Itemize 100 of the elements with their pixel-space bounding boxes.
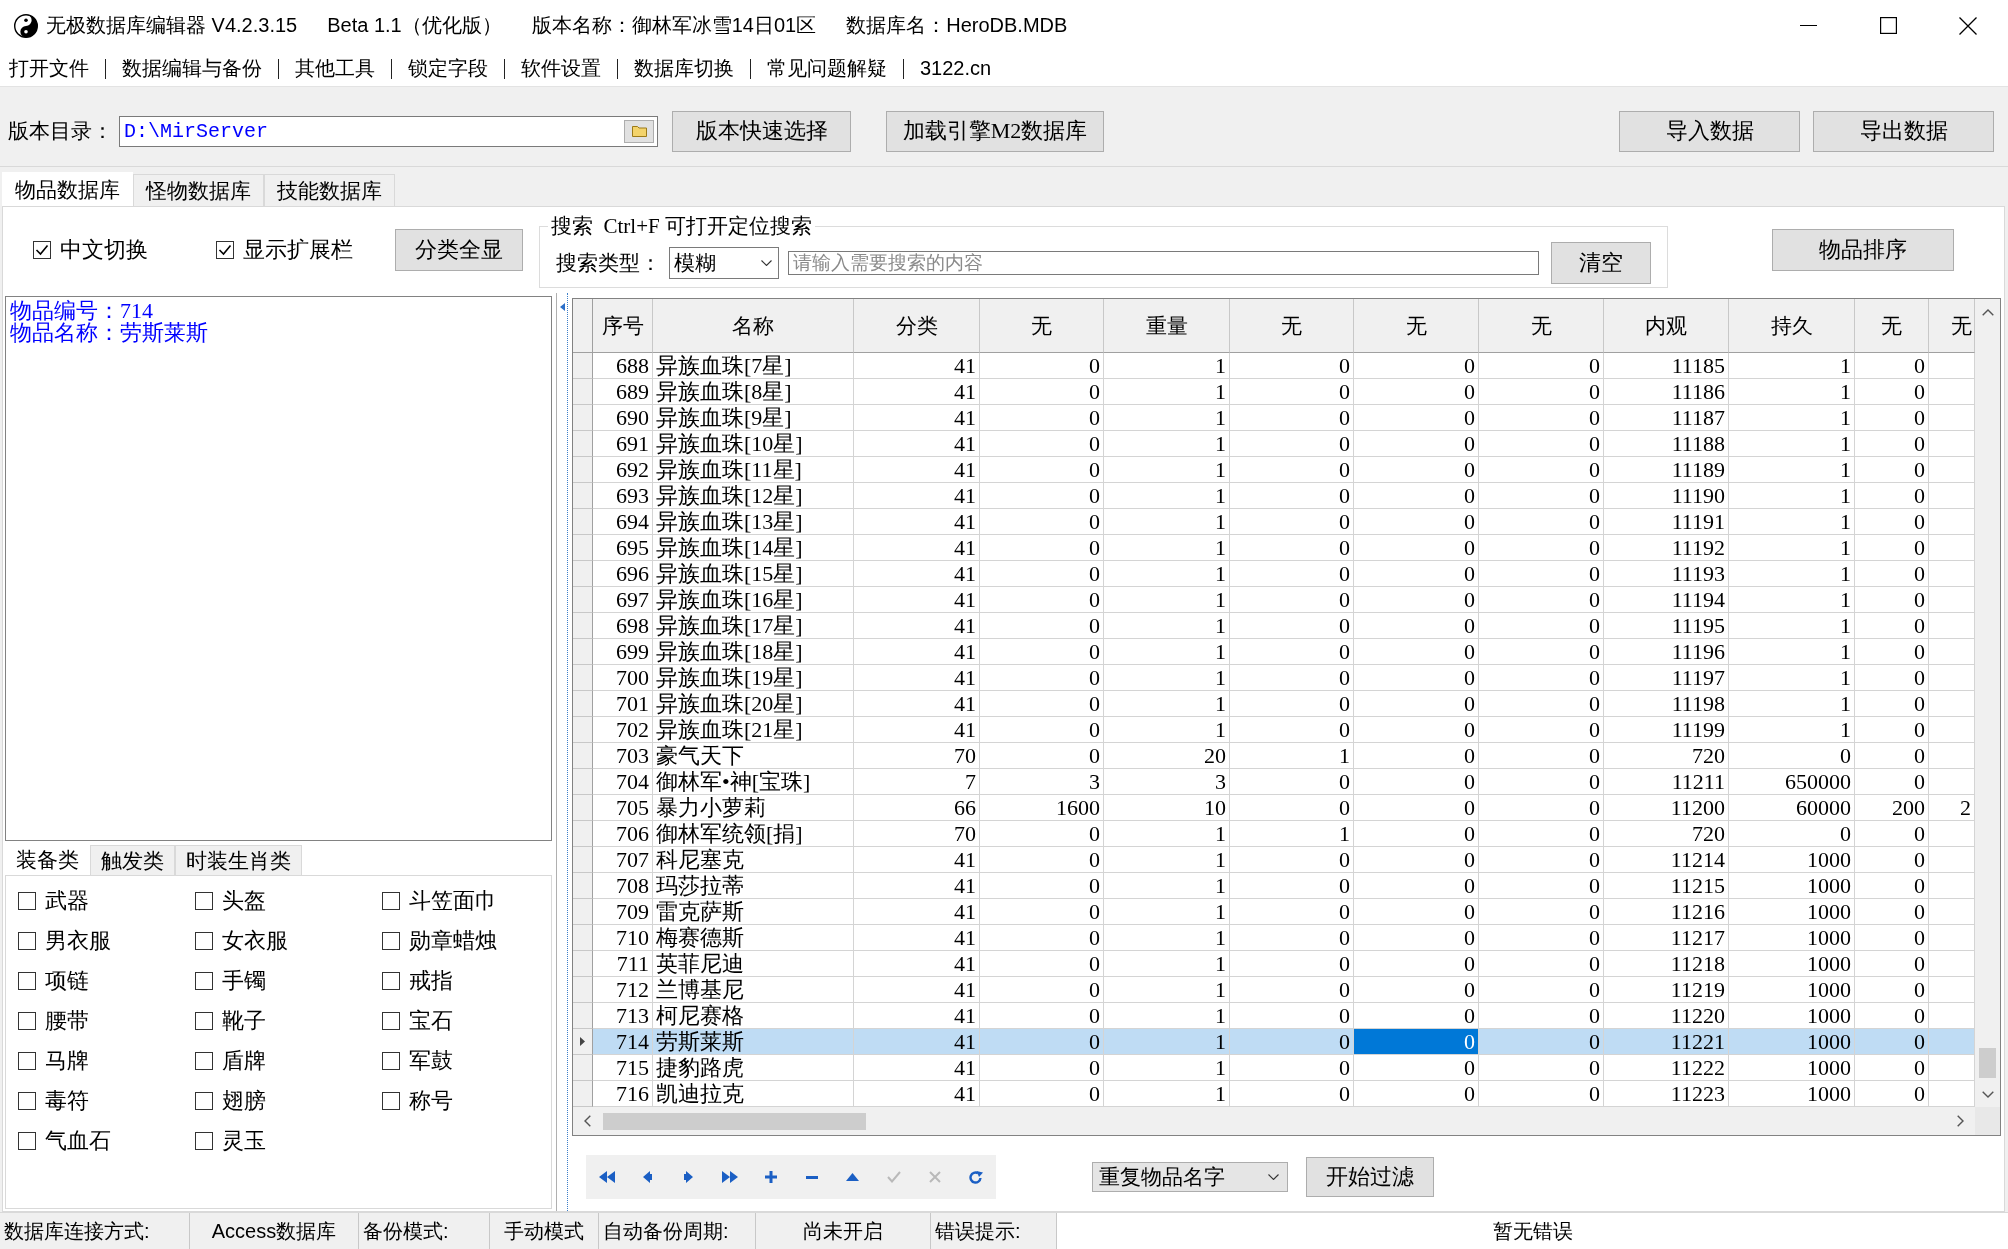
table-row[interactable]: 708 玛莎拉蒂 41 0 1 0 0 0 11215 1000 0	[573, 873, 1975, 899]
checkbox-label[interactable]: 宝石	[409, 1006, 453, 1036]
checkbox[interactable]	[18, 1012, 36, 1030]
tab[interactable]: 时装生肖类	[175, 845, 302, 875]
down-chevron-icon[interactable]	[1981, 1091, 1994, 1098]
column-header[interactable]: 无	[1230, 299, 1354, 353]
toolbar-button[interactable]: 加载引擎M2数据库	[886, 110, 1104, 152]
checkbox[interactable]	[382, 1092, 400, 1110]
checkbox-label[interactable]: 武器	[45, 886, 89, 916]
right-chevron-icon[interactable]	[1957, 1115, 1964, 1127]
scrollbar-thumb[interactable]	[603, 1112, 866, 1130]
menu-item[interactable]: 常见问题解疑	[759, 53, 895, 84]
table-row[interactable]: 696 异族血珠[15星] 41 0 1 0 0 0 11193 1 0	[573, 561, 1975, 587]
checkbox-label[interactable]: 翅膀	[222, 1086, 266, 1116]
table-row[interactable]: 712 兰博基尼 41 0 1 0 0 0 11219 1000 0	[573, 977, 1975, 1003]
column-header[interactable]: 无	[1929, 299, 1975, 353]
filter-button[interactable]: 开始过滤	[1306, 1157, 1434, 1197]
checkbox[interactable]	[382, 892, 400, 910]
clear-button[interactable]: 清空	[1551, 242, 1651, 284]
tab[interactable]: 技能数据库	[264, 174, 395, 206]
search-type-dropdown[interactable]: 模糊	[669, 247, 779, 279]
table-row[interactable]: 711 英菲尼迪 41 0 1 0 0 0 11218 1000 0	[573, 951, 1975, 977]
table-row[interactable]: 694 异族血珠[13星] 41 0 1 0 0 0 11191 1 0	[573, 509, 1975, 535]
browse-button[interactable]	[624, 119, 654, 143]
checkbox-label[interactable]: 斗笠面巾	[409, 886, 497, 916]
table-row[interactable]: 689 异族血珠[8星] 41 0 1 0 0 0 11186 1 0	[573, 379, 1975, 405]
checkbox-label[interactable]: 中文切换	[60, 235, 148, 265]
menu-item[interactable]: 数据库切换	[626, 53, 742, 84]
table-row[interactable]: 714 劳斯莱斯 41 0 1 0 0 0 11221 1000 0	[573, 1029, 1975, 1055]
column-header[interactable]: 序号	[593, 299, 653, 353]
column-header[interactable]: 内观	[1604, 299, 1729, 353]
vertical-scrollbar[interactable]	[1975, 299, 2000, 1107]
checkbox-label[interactable]: 腰带	[45, 1006, 89, 1036]
toolbar-button[interactable]: 导出数据	[1813, 110, 1994, 152]
table-row[interactable]: 704 御林军•神[宝珠] 7 3 3 0 0 0 11211 650000 0	[573, 769, 1975, 795]
checkbox[interactable]	[18, 1052, 36, 1070]
table-row[interactable]: 703 豪气天下 70 0 20 1 0 0 720 0 0	[573, 743, 1975, 769]
checkbox-label[interactable]: 男衣服	[45, 926, 111, 956]
checkbox[interactable]	[195, 892, 213, 910]
table-row[interactable]: 691 异族血珠[10星] 41 0 1 0 0 0 11188 1 0	[573, 431, 1975, 457]
table-row[interactable]: 709 雷克萨斯 41 0 1 0 0 0 11216 1000 0	[573, 899, 1975, 925]
checkbox[interactable]	[18, 892, 36, 910]
checkbox[interactable]	[382, 1012, 400, 1030]
checkbox[interactable]	[382, 932, 400, 950]
checkbox-label[interactable]: 头盔	[222, 886, 266, 916]
checkbox-label[interactable]: 项链	[45, 966, 89, 996]
filter-dropdown[interactable]: 重复物品名字	[1092, 1162, 1288, 1192]
menu-item[interactable]: 锁定字段	[400, 53, 496, 84]
checkbox[interactable]	[195, 1052, 213, 1070]
splitter-handle[interactable]	[556, 293, 568, 1211]
table-row[interactable]: 701 异族血珠[20星] 41 0 1 0 0 0 11198 1 0	[573, 691, 1975, 717]
column-header[interactable]: 分类	[854, 299, 980, 353]
menu-item[interactable]: 数据编辑与备份	[114, 53, 270, 84]
table-row[interactable]: 697 异族血珠[16星] 41 0 1 0 0 0 11194 1 0	[573, 587, 1975, 613]
tab[interactable]: 触发类	[90, 845, 175, 875]
horizontal-scrollbar[interactable]	[573, 1107, 1975, 1135]
tab[interactable]: 物品数据库	[2, 172, 133, 206]
checkbox[interactable]	[195, 1132, 213, 1150]
toolbar-button[interactable]: 版本快速选择	[672, 110, 851, 152]
table-row[interactable]: 690 异族血珠[9星] 41 0 1 0 0 0 11187 1 0	[573, 405, 1975, 431]
table-row[interactable]: 698 异族血珠[17星] 41 0 1 0 0 0 11195 1 0	[573, 613, 1975, 639]
path-input-field[interactable]: D:\MirServer	[119, 115, 658, 147]
table-row[interactable]: 706 御林军统领[捐] 70 0 1 1 0 0 720 0 0	[573, 821, 1975, 847]
menu-item[interactable]: 3122.cn	[912, 53, 1000, 84]
checkbox[interactable]	[195, 1012, 213, 1030]
show-all-button[interactable]: 分类全显	[395, 229, 523, 271]
table-row[interactable]: 688 异族血珠[7星] 41 0 1 0 0 0 11185 1 0	[573, 353, 1975, 379]
table-row[interactable]: 699 异族血珠[18星] 41 0 1 0 0 0 11196 1 0	[573, 639, 1975, 665]
checkbox-label[interactable]: 灵玉	[222, 1126, 266, 1156]
table-row[interactable]: 705 暴力小萝莉 66 1600 10 0 0 0 11200 60000 200 2	[573, 795, 1975, 821]
table-row[interactable]: 710 梅赛德斯 41 0 1 0 0 0 11217 1000 0	[573, 925, 1975, 951]
column-header[interactable]: 持久	[1729, 299, 1855, 353]
column-header[interactable]: 无	[1479, 299, 1604, 353]
table-row[interactable]: 695 异族血珠[14星] 41 0 1 0 0 0 11192 1 0	[573, 535, 1975, 561]
column-header[interactable]: 无	[1855, 299, 1929, 353]
table-row[interactable]: 692 异族血珠[11星] 41 0 1 0 0 0 11189 1 0	[573, 457, 1975, 483]
column-header[interactable]: 名称	[653, 299, 854, 353]
checkbox[interactable]	[195, 932, 213, 950]
search-input[interactable]: 请输入需要搜索的内容	[788, 251, 1539, 275]
checkbox[interactable]	[18, 972, 36, 990]
checkbox[interactable]	[18, 1092, 36, 1110]
table-row[interactable]: 693 异族血珠[12星] 41 0 1 0 0 0 11190 1 0	[573, 483, 1975, 509]
column-header[interactable]: 无	[1354, 299, 1479, 353]
checkbox-label[interactable]: 气血石	[45, 1126, 111, 1156]
checkbox[interactable]	[195, 972, 213, 990]
checkbox-label[interactable]: 女衣服	[222, 926, 288, 956]
checkbox[interactable]	[216, 241, 234, 259]
scrollbar-thumb[interactable]	[1979, 1048, 1996, 1078]
table-row[interactable]: 713 柯尼赛格 41 0 1 0 0 0 11220 1000 0	[573, 1003, 1975, 1029]
checkbox-label[interactable]: 勋章蜡烛	[409, 926, 497, 956]
toolbar-button[interactable]: 导入数据	[1619, 110, 1800, 152]
table-row[interactable]: 702 异族血珠[21星] 41 0 1 0 0 0 11199 1 0	[573, 717, 1975, 743]
sort-button[interactable]: 物品排序	[1772, 229, 1954, 271]
tab[interactable]: 怪物数据库	[133, 174, 264, 206]
checkbox[interactable]	[195, 1092, 213, 1110]
menu-item[interactable]: 打开文件	[1, 53, 97, 84]
checkbox-label[interactable]: 靴子	[222, 1006, 266, 1036]
checkbox[interactable]	[382, 1052, 400, 1070]
column-header[interactable]: 重量	[1104, 299, 1230, 353]
column-header[interactable]: 无	[980, 299, 1104, 353]
